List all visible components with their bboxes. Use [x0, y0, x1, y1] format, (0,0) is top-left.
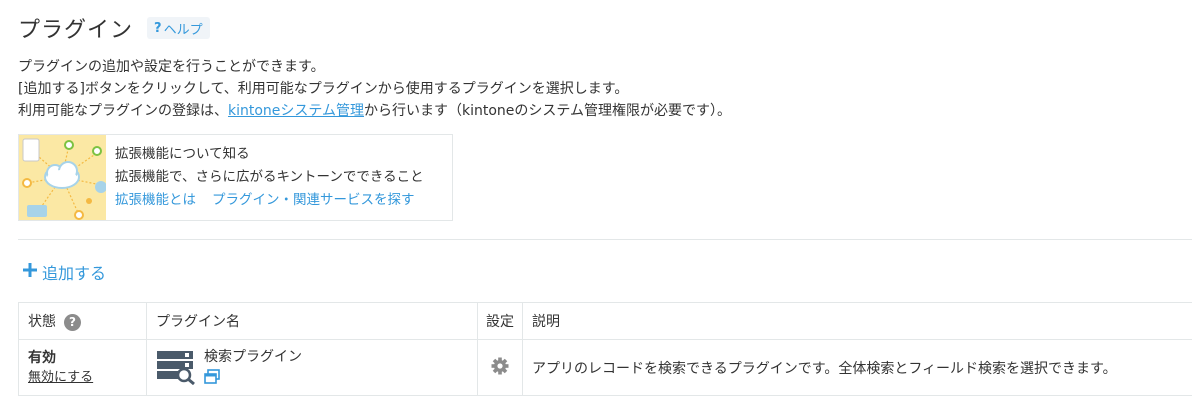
- plugin-name: 検索プラグイン: [204, 349, 302, 365]
- what-is-extension-link[interactable]: 拡張機能とは: [115, 192, 196, 208]
- promo-links: 拡張機能とは プラグイン・関連サービスを探す: [115, 189, 431, 212]
- promo-title: 拡張機能について知る: [115, 146, 250, 162]
- page-header: プラグイン ? ヘルプ: [18, 12, 210, 44]
- page-title: プラグイン: [18, 18, 134, 43]
- page-description: プラグインの追加や設定を行うことができます。 [追加する]ボタンをクリックして、…: [18, 56, 731, 122]
- plugin-description-cell: アプリのレコードを検索できるプラグインです。全体検索とフィールド検索を選択できま…: [522, 339, 1192, 396]
- open-in-new-window-icon[interactable]: [204, 369, 302, 388]
- help-label: ヘルプ: [163, 22, 203, 38]
- table-header-row: 状態? プラグイン名 設定 説明: [18, 302, 1192, 340]
- section-divider: [18, 239, 1192, 240]
- column-header-name: プラグイン名: [146, 302, 478, 340]
- extension-illustration: [19, 135, 106, 220]
- promo-text: 拡張機能について知る 拡張機能で、さらに広がるキントーンでできること 拡張機能と…: [106, 135, 431, 220]
- add-plugin-button[interactable]: 追加する: [22, 260, 106, 284]
- plugin-table: 状態? プラグイン名 設定 説明 有効 無効にする 検索プラグイン アプリのレコ…: [18, 302, 1192, 396]
- promo-subtitle: 拡張機能で、さらに広がるキントーンでできること: [115, 169, 424, 185]
- plugin-name-cell: 検索プラグイン: [146, 339, 478, 396]
- table-row: 有効 無効にする 検索プラグイン アプリのレコードを検索できるプラグインです。全…: [18, 339, 1192, 396]
- status-help-icon[interactable]: ?: [64, 313, 81, 331]
- extension-promo-box: 拡張機能について知る 拡張機能で、さらに広がるキントーンでできること 拡張機能と…: [18, 134, 453, 221]
- search-plugin-icon: [157, 351, 195, 385]
- status-cell: 有効 無効にする: [18, 339, 147, 396]
- find-plugins-link[interactable]: プラグイン・関連サービスを探す: [212, 192, 415, 208]
- plugin-settings-button[interactable]: [477, 339, 523, 396]
- kintone-system-admin-link[interactable]: kintoneシステム管理: [228, 103, 364, 119]
- column-header-setting: 設定: [477, 302, 523, 340]
- column-header-description: 説明: [522, 302, 1192, 340]
- help-link[interactable]: ? ヘルプ: [147, 17, 210, 39]
- gear-icon: [491, 357, 509, 379]
- description-line-3: 利用可能なプラグインの登録は、kintoneシステム管理から行います（kinto…: [18, 103, 731, 119]
- description-line-2: [追加する]ボタンをクリックして、利用可能なプラグインから使用するプラグインを選…: [18, 81, 629, 97]
- description-line-1: プラグインの追加や設定を行うことができます。: [18, 59, 325, 75]
- add-plugin-label: 追加する: [42, 264, 107, 283]
- plus-icon: [22, 262, 38, 282]
- disable-plugin-link[interactable]: 無効にする: [28, 370, 93, 385]
- status-badge: 有効: [28, 349, 56, 366]
- column-header-status: 状態?: [18, 302, 147, 340]
- help-icon: ?: [154, 20, 162, 36]
